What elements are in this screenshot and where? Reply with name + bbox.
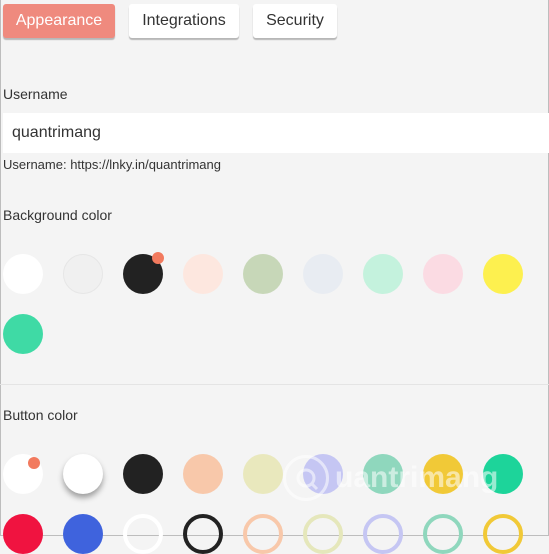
button-color-swatch[interactable] bbox=[423, 454, 463, 494]
button-color-swatch[interactable] bbox=[303, 454, 343, 494]
background-color-swatch[interactable] bbox=[303, 254, 343, 294]
button-color-label: Button color bbox=[3, 407, 78, 423]
background-color-swatch[interactable] bbox=[3, 254, 43, 294]
button-color-swatch[interactable] bbox=[63, 514, 103, 554]
tab-bar: Appearance Integrations Security bbox=[3, 4, 351, 38]
tab-appearance[interactable]: Appearance bbox=[3, 4, 115, 38]
button-color-swatch[interactable] bbox=[183, 514, 223, 554]
background-color-swatch[interactable] bbox=[183, 254, 223, 294]
tab-integrations[interactable]: Integrations bbox=[129, 4, 239, 38]
button-color-swatch[interactable] bbox=[3, 514, 43, 554]
section-divider bbox=[0, 384, 549, 385]
button-color-swatch[interactable] bbox=[243, 454, 283, 494]
button-color-swatch[interactable] bbox=[3, 454, 43, 494]
background-color-swatch[interactable] bbox=[243, 254, 283, 294]
button-color-swatch[interactable] bbox=[63, 454, 103, 494]
selected-indicator bbox=[152, 252, 164, 264]
username-url-text: Username: https://lnky.in/quantrimang bbox=[3, 157, 221, 172]
button-color-swatch[interactable] bbox=[483, 454, 523, 494]
background-color-swatch[interactable] bbox=[123, 252, 164, 294]
username-input[interactable] bbox=[3, 113, 549, 153]
background-color-label: Background color bbox=[3, 207, 112, 223]
button-color-swatch[interactable] bbox=[123, 454, 163, 494]
tab-security[interactable]: Security bbox=[253, 4, 337, 38]
button-color-swatch[interactable] bbox=[423, 514, 463, 554]
background-color-swatch[interactable] bbox=[483, 254, 523, 294]
button-color-swatch[interactable] bbox=[123, 514, 163, 554]
button-color-swatch[interactable] bbox=[363, 514, 403, 554]
selected-indicator bbox=[28, 457, 40, 469]
username-label: Username bbox=[3, 86, 68, 102]
button-color-swatch[interactable] bbox=[483, 514, 523, 554]
background-color-swatch[interactable] bbox=[63, 254, 103, 294]
background-color-swatch[interactable] bbox=[3, 314, 43, 354]
button-color-swatch[interactable] bbox=[183, 454, 223, 494]
button-color-swatch[interactable] bbox=[303, 514, 343, 554]
button-color-swatch[interactable] bbox=[243, 514, 283, 554]
button-color-swatch[interactable] bbox=[363, 454, 403, 494]
background-color-swatch[interactable] bbox=[423, 254, 463, 294]
background-color-swatch[interactable] bbox=[363, 254, 403, 294]
